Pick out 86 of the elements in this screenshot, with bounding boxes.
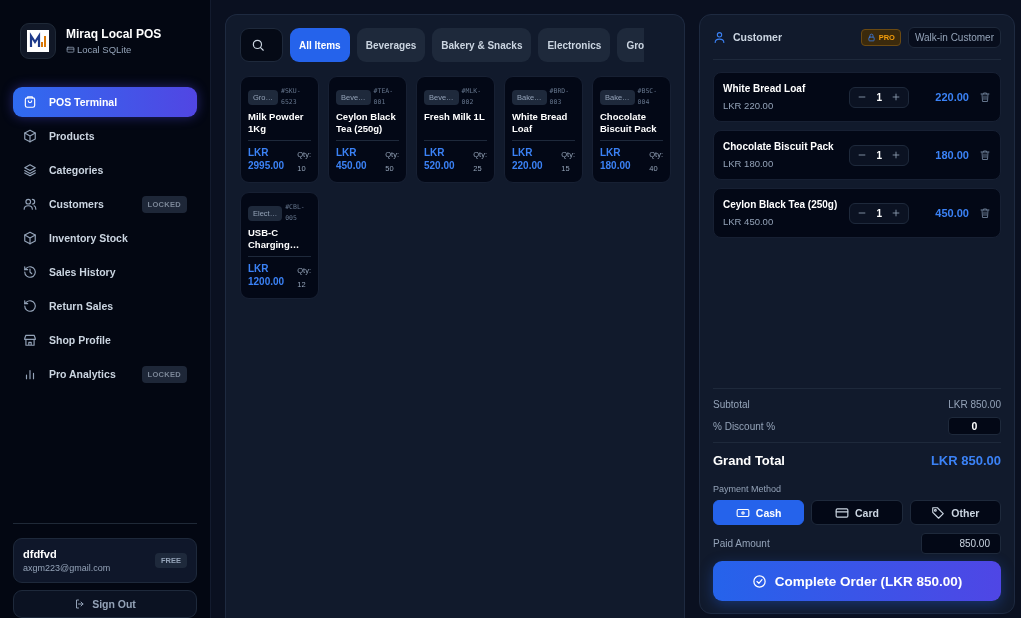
- sign-out-button[interactable]: Sign Out: [13, 590, 197, 618]
- item-qty: 1: [876, 149, 882, 161]
- discount-label: % Discount %: [713, 420, 776, 432]
- search-button[interactable]: [240, 28, 283, 62]
- category-tab[interactable]: Gro: [617, 28, 645, 62]
- nav-item[interactable]: Categories: [13, 155, 197, 185]
- product-name: Ceylon Black Tea (250g): [336, 111, 397, 135]
- nav-item[interactable]: Shop Profile: [13, 325, 197, 355]
- storage-label: Local SQLite: [77, 44, 132, 55]
- user-icon: [713, 30, 726, 44]
- discount-field[interactable]: 0: [948, 417, 1001, 435]
- layers-icon: [23, 163, 37, 177]
- product-name: White Bread Loaf: [512, 111, 569, 135]
- bag-icon: [23, 95, 37, 109]
- currency-label: LKR: [424, 146, 446, 159]
- user-name: dfdfvd: [23, 548, 58, 560]
- currency-label: LKR: [336, 146, 358, 159]
- item-name: White Bread Loaf: [723, 83, 807, 94]
- item-qty: 1: [876, 207, 882, 219]
- subtotal-label: Subtotal: [713, 399, 750, 410]
- grand-total-value: LKR 850.00: [930, 453, 1001, 468]
- product-price: 220.00: [512, 159, 543, 172]
- nav-item[interactable]: Inventory Stock: [13, 223, 197, 253]
- trash-icon: [979, 207, 991, 219]
- currency-label: LKR: [512, 146, 534, 159]
- app-name: Miraq Local POS: [66, 27, 162, 41]
- check-circle-icon: [751, 573, 767, 589]
- product-name: Milk Powder 1Kg: [248, 111, 305, 135]
- product-price: 450.00: [336, 159, 367, 172]
- item-name: Chocolate Biscuit Pack: [723, 141, 835, 152]
- delete-button[interactable]: [979, 149, 991, 161]
- users-icon: [23, 197, 37, 211]
- category-tab[interactable]: Bakery & Snacks: [432, 28, 532, 62]
- customer-label: Customer: [733, 31, 783, 43]
- category-tab[interactable]: All Items: [290, 28, 350, 62]
- paid-amount-field[interactable]: 850.00: [921, 533, 1001, 554]
- product-name: Fresh Milk 1L: [424, 111, 486, 124]
- store-icon: [23, 333, 37, 347]
- nav-item[interactable]: Return Sales: [13, 291, 197, 321]
- item-name: Ceylon Black Tea (250g): [723, 199, 839, 210]
- user-email: axgm223@gmail.com: [23, 563, 111, 573]
- complete-order-button[interactable]: Complete Order (LKR 850.00): [713, 561, 1001, 601]
- customer-select[interactable]: Walk-in Customer: [907, 26, 1001, 48]
- product-name: Chocolate Biscuit Pack: [600, 111, 658, 135]
- undo-icon: [23, 299, 37, 313]
- product-price: 1200.00: [248, 275, 285, 288]
- product-price: 520.00: [424, 159, 455, 172]
- product-price: 180.00: [600, 159, 631, 172]
- product-price: 2995.00: [248, 159, 285, 172]
- unit-price: LKR 180.00: [723, 158, 775, 169]
- currency-label: LKR: [600, 146, 622, 159]
- payment-option[interactable]: Cash: [713, 500, 805, 525]
- category-tab[interactable]: Electronics: [538, 28, 611, 62]
- currency-label: LKR: [248, 146, 270, 159]
- payment-option[interactable]: Other: [909, 500, 1001, 525]
- currency-label: LKR: [248, 262, 270, 275]
- history-icon: [23, 265, 37, 279]
- unit-price: LKR 220.00: [723, 100, 775, 111]
- card-icon: [835, 505, 849, 520]
- box-icon: [23, 231, 37, 245]
- lock-icon: [866, 32, 876, 42]
- delete-button[interactable]: [979, 207, 991, 219]
- item-total: 220.00: [934, 91, 969, 103]
- tag-icon: [931, 505, 946, 520]
- unit-price: LKR 450.00: [723, 216, 775, 227]
- category-tab[interactable]: Beverages: [356, 28, 426, 62]
- nav-item[interactable]: POS Terminal: [13, 87, 197, 117]
- payment-method-label: Payment Method: [713, 484, 783, 494]
- payment-option[interactable]: Card: [811, 500, 903, 525]
- nav-item[interactable]: Sales History: [13, 257, 197, 287]
- app-logo: [20, 23, 56, 59]
- trash-icon: [979, 149, 991, 161]
- trash-icon: [979, 91, 991, 103]
- chart-icon: [23, 367, 37, 381]
- delete-button[interactable]: [979, 91, 991, 103]
- product-name: USB-C Charging…: [248, 227, 301, 251]
- item-total: 180.00: [934, 149, 969, 161]
- nav-item[interactable]: Products: [13, 121, 197, 151]
- search-icon: [251, 38, 265, 52]
- subtotal-value: LKR 850.00: [948, 399, 1001, 410]
- box-icon: [23, 129, 37, 143]
- item-total: 450.00: [934, 207, 969, 219]
- database-icon: [66, 45, 75, 54]
- grand-total-label: Grand Total: [713, 453, 785, 468]
- paid-amount-label: Paid Amount: [713, 538, 770, 549]
- item-qty: 1: [876, 91, 882, 103]
